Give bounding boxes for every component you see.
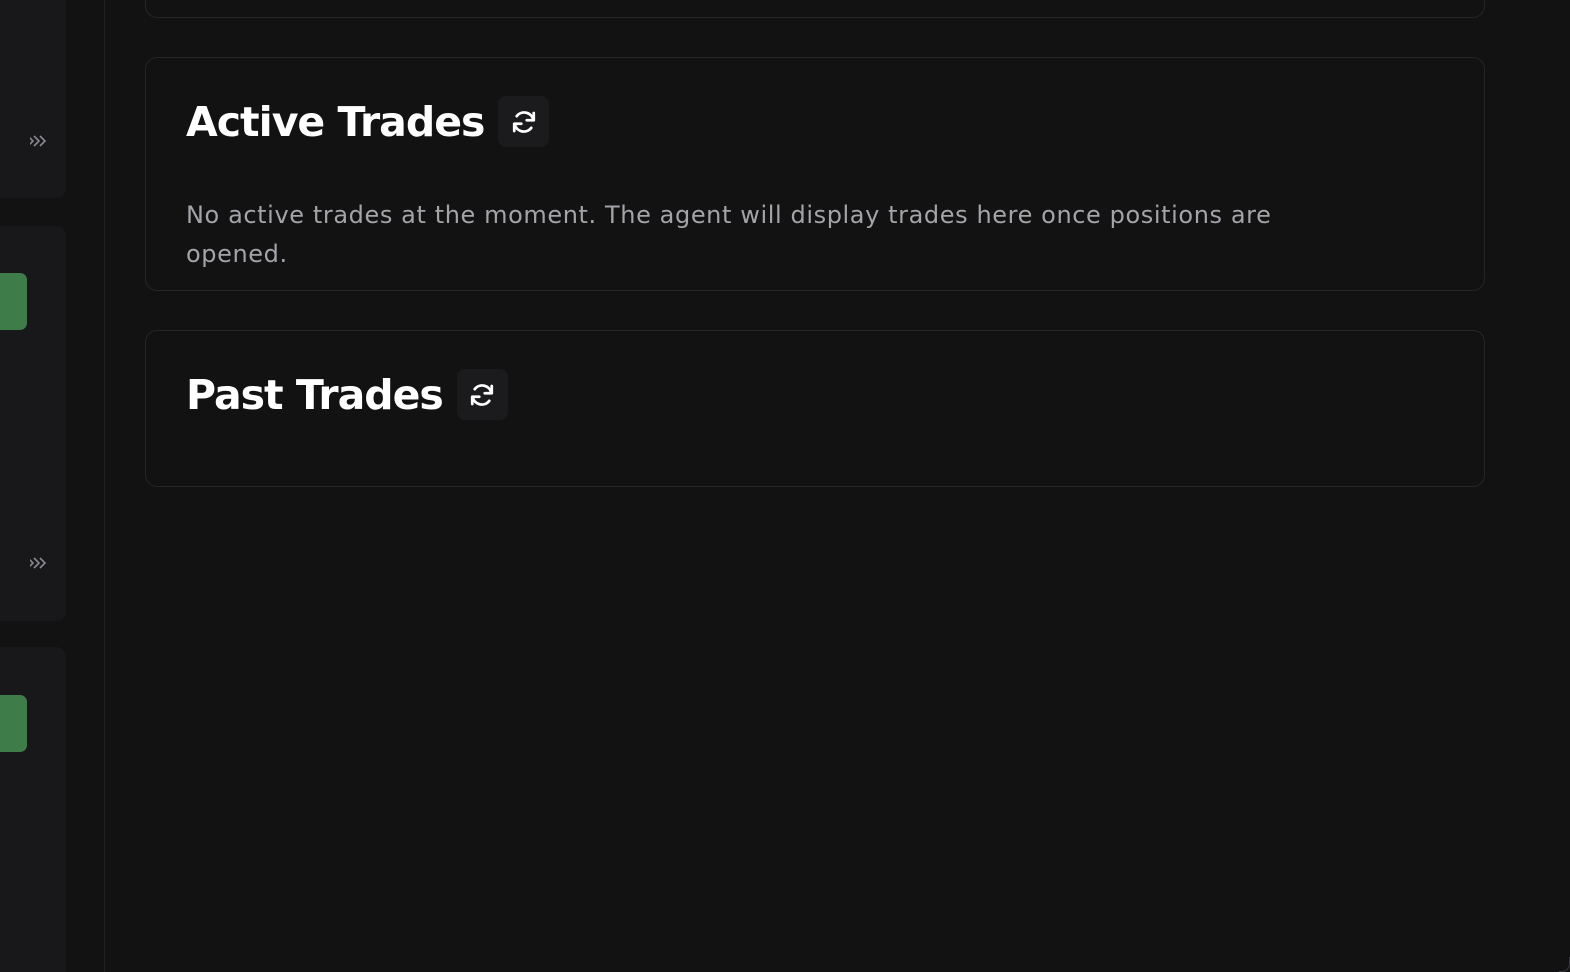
window-corner — [1559, 957, 1570, 972]
refresh-active-trades-button[interactable] — [498, 96, 550, 147]
active-trades-empty-message: No active trades at the moment. The agen… — [186, 201, 1272, 268]
green-action-button[interactable] — [0, 273, 27, 330]
chevrons-right-icon[interactable] — [30, 133, 54, 149]
green-action-button[interactable] — [0, 695, 27, 752]
active-trades-card: Active Trades No active trades at the mo… — [145, 57, 1485, 291]
app-root: Active Trades No active trades at the mo… — [0, 0, 1570, 972]
active-trades-header: Active Trades — [186, 96, 550, 147]
sidebar-card — [0, 0, 66, 198]
refresh-icon — [471, 383, 494, 406]
left-sidebar-column — [0, 0, 105, 972]
refresh-past-trades-button[interactable] — [456, 369, 508, 420]
refresh-icon — [512, 110, 536, 133]
active-trades-title: Active Trades — [186, 97, 485, 146]
past-trades-title: Past Trades — [186, 370, 444, 419]
chevrons-right-icon[interactable] — [30, 555, 54, 571]
previous-card — [145, 0, 1485, 18]
past-trades-header: Past Trades — [186, 369, 508, 420]
past-trades-card: Past Trades — [145, 330, 1485, 487]
